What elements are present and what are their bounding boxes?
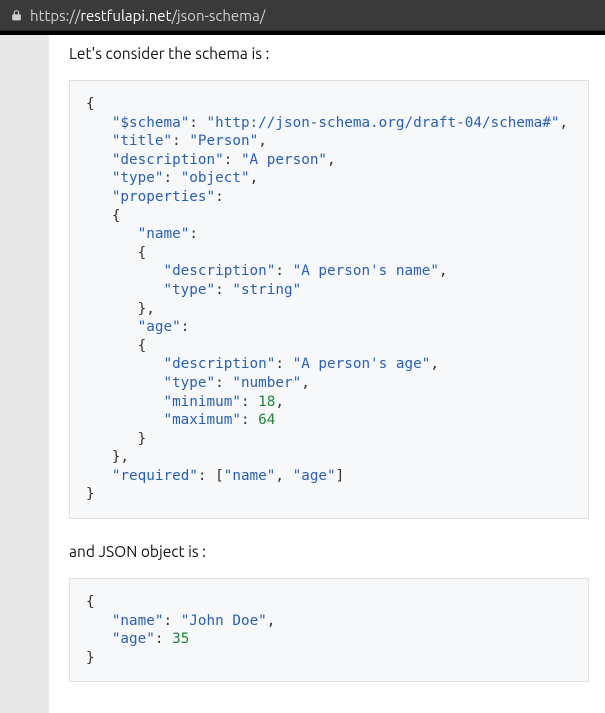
code-token: {	[138, 338, 147, 354]
code-token: 18	[258, 394, 275, 410]
code-token: "Person"	[189, 133, 258, 149]
code-token: "type"	[163, 282, 215, 298]
code-token: :	[224, 152, 241, 168]
url-display[interactable]: https://restfulapi.net/json-schema/	[30, 7, 265, 24]
code-token: "minimum"	[163, 394, 240, 410]
code-token: :	[181, 319, 190, 335]
code-token: "string"	[232, 282, 301, 298]
page-background: Let's consider the schema is : { "$schem…	[0, 35, 605, 713]
code-token: ,	[267, 613, 276, 629]
code-token: "John Doe"	[181, 613, 267, 629]
code-token: ,	[258, 133, 267, 149]
code-token: ,	[275, 468, 292, 484]
code-token: "http://json-schema.org/draft-04/schema#…	[207, 115, 560, 131]
code-token: "A person's name"	[293, 263, 439, 279]
url-host: restfulapi.net	[80, 7, 171, 24]
code-token: "name"	[112, 613, 164, 629]
schema-code-block[interactable]: { "$schema": "http://json-schema.org/dra…	[69, 80, 589, 519]
code-token: "object"	[181, 170, 250, 186]
url-scheme: https://	[30, 7, 80, 24]
code-token: :	[163, 613, 180, 629]
code-token: },	[112, 449, 129, 465]
code-token: "description"	[163, 356, 275, 372]
code-token: "number"	[232, 375, 301, 391]
code-token: }	[86, 650, 95, 666]
code-token: "description"	[163, 263, 275, 279]
code-token: "age"	[112, 631, 155, 647]
code-token: ,	[301, 375, 310, 391]
url-path: /json-schema/	[171, 7, 265, 24]
code-token: 64	[258, 412, 275, 428]
code-token: :	[241, 412, 258, 428]
intro-text-2: and JSON object is :	[69, 543, 605, 560]
code-token: :	[163, 170, 180, 186]
code-token: }	[138, 431, 147, 447]
article-content: Let's consider the schema is : { "$schem…	[49, 35, 605, 713]
code-token: "age"	[293, 468, 336, 484]
code-token: ,	[250, 170, 259, 186]
intro-text-1: Let's consider the schema is :	[69, 45, 605, 62]
code-token: "A person's age"	[293, 356, 431, 372]
lock-icon	[8, 7, 24, 23]
code-token: {	[86, 594, 95, 610]
code-token: "description"	[112, 152, 224, 168]
code-token: :	[172, 133, 189, 149]
code-token: "name"	[224, 468, 276, 484]
code-token: :	[155, 631, 172, 647]
code-token: :	[241, 394, 258, 410]
code-token: },	[138, 301, 155, 317]
code-token: 35	[172, 631, 189, 647]
code-token: :	[189, 115, 206, 131]
code-token: ,	[430, 356, 439, 372]
code-token: :	[275, 263, 292, 279]
code-token: ,	[327, 152, 336, 168]
code-token: "type"	[112, 170, 164, 186]
code-token: : [	[198, 468, 224, 484]
code-token: "title"	[112, 133, 172, 149]
code-token: }	[86, 486, 95, 502]
code-token: "$schema"	[112, 115, 189, 131]
code-token: "required"	[112, 468, 198, 484]
browser-address-bar[interactable]: https://restfulapi.net/json-schema/	[0, 0, 605, 31]
code-token: {	[138, 245, 147, 261]
json-object-code-block[interactable]: { "name": "John Doe", "age": 35 }	[69, 578, 589, 682]
code-token: "A person"	[241, 152, 327, 168]
code-token: {	[86, 96, 95, 112]
code-token: ,	[559, 115, 568, 131]
code-token: :	[215, 189, 224, 205]
code-token: "properties"	[112, 189, 215, 205]
code-token: "name"	[138, 226, 190, 242]
code-token: :	[189, 226, 198, 242]
code-token: :	[215, 375, 232, 391]
code-token: ]	[336, 468, 345, 484]
code-token: ,	[439, 263, 448, 279]
code-token: :	[275, 356, 292, 372]
code-token: {	[112, 208, 121, 224]
code-token: ,	[275, 394, 284, 410]
code-token: :	[215, 282, 232, 298]
code-token: "age"	[138, 319, 181, 335]
code-token: "type"	[163, 375, 215, 391]
code-token: "maximum"	[163, 412, 240, 428]
